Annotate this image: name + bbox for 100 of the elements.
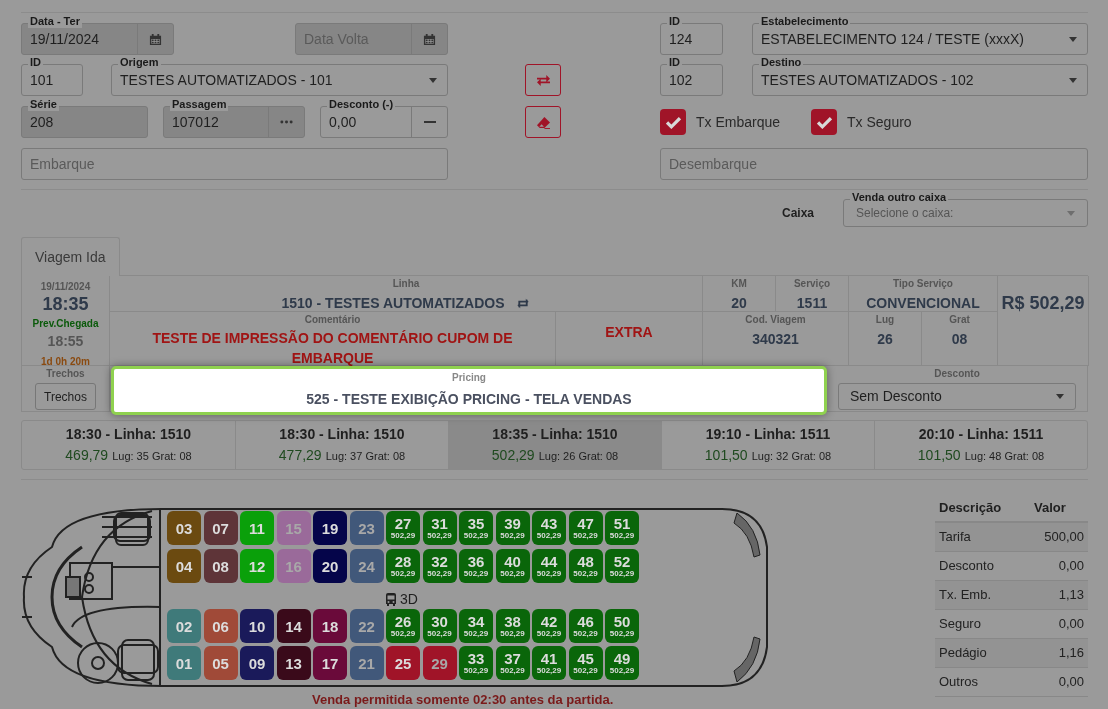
trip-details: Lug: 37 Grat: 08 [325, 449, 406, 464]
seat-number: 02 [175, 618, 193, 634]
table-cell-text: 0,00 [1058, 557, 1084, 576]
seat[interactable]: 06 [203, 609, 238, 643]
seat-number: 05 [212, 655, 229, 671]
seat[interactable]: 51 502,29 [605, 511, 639, 545]
column-header: Descrição [939, 498, 1003, 517]
caret-icon [1056, 394, 1064, 399]
trip-details: Lug: 35 Grat: 08 [112, 449, 192, 464]
field-label: Venda outro caixa [850, 191, 949, 204]
checkbox-label[interactable]: Tx Seguro [847, 111, 912, 133]
seat[interactable]: 05 [203, 646, 238, 680]
pricing-name: 525 - TESTE EXIBIÇÃO PRICING - TELA VENDAS [306, 390, 632, 409]
swap-button[interactable] [525, 64, 561, 96]
seat[interactable]: 40 502,29 [495, 549, 530, 583]
trip-option[interactable]: 18:30 - Linha: 1510 469,79 Lug: 35 Grat: 08 [22, 421, 235, 469]
seat[interactable]: 41 502,29 [532, 646, 566, 680]
seat[interactable]: 32 502,29 [422, 549, 457, 583]
seat[interactable]: 01 [167, 646, 201, 680]
trip-option[interactable]: 19:10 - Linha: 1511 101,50 Lug: 32 Grat: 08 [661, 421, 874, 469]
seat[interactable]: 24 [349, 549, 384, 583]
segments-button[interactable]: Trechos [35, 383, 96, 410]
seat[interactable]: 47 502,29 [568, 511, 603, 545]
seat[interactable]: 20 [313, 549, 347, 583]
seat[interactable]: 48 502,29 [568, 549, 603, 583]
seat-number: 35 [467, 516, 485, 531]
seat-number: 01 [175, 655, 193, 671]
discount-select[interactable]: Sem Desconto [838, 383, 1076, 410]
seat-number: 27 [394, 516, 412, 531]
seat[interactable]: 33 502,29 [459, 646, 493, 680]
seat[interactable]: 21 [349, 646, 384, 680]
seat[interactable]: 14 [276, 609, 311, 643]
seat[interactable]: 19 [313, 511, 347, 545]
column-label: Pricing [452, 371, 486, 385]
seat[interactable]: 52 502,29 [605, 549, 639, 583]
tab[interactable]: Viagem Ida [21, 237, 120, 276]
seat[interactable]: 09 [240, 646, 274, 680]
seat[interactable]: 28 502,29 [386, 549, 420, 583]
seat[interactable]: 02 [167, 609, 201, 643]
seat-number: 08 [212, 558, 229, 574]
arrival-time: 18:55 [47, 332, 84, 351]
seat-price: 502,29 [463, 532, 489, 540]
checkbox[interactable] [660, 109, 686, 135]
trip-option[interactable]: 20:10 - Linha: 1511 101,50 Lug: 48 Grat: 08 [874, 421, 1087, 469]
seat[interactable]: 08 [203, 549, 238, 583]
seat[interactable]: 43 502,29 [532, 511, 566, 545]
field-label: ID [667, 56, 682, 69]
field-value: 0,00 [329, 112, 357, 132]
trip-title: 18:30 - Linha: 1510 [279, 425, 405, 444]
seat-price: 502,29 [609, 630, 635, 638]
seat[interactable]: 26 502,29 [386, 609, 420, 643]
seat[interactable]: 29 [422, 646, 457, 680]
trip-option[interactable]: 18:35 - Linha: 1510 502,29 Lug: 26 Grat: 08 [448, 421, 661, 469]
seat[interactable]: 46 502,29 [568, 609, 603, 643]
caret-icon [429, 77, 437, 83]
seat[interactable]: 37 502,29 [495, 646, 530, 680]
seat[interactable]: 03 [167, 511, 201, 545]
seat[interactable]: 36 502,29 [459, 549, 493, 583]
seat[interactable]: 17 [313, 646, 347, 680]
calendar-icon [423, 32, 436, 46]
seat[interactable]: 04 [167, 549, 201, 583]
seat-number: 25 [394, 655, 412, 671]
seat-number: 33 [467, 651, 485, 666]
seat[interactable]: 30 502,29 [422, 609, 457, 643]
seat[interactable]: 10 [240, 609, 274, 643]
seat[interactable]: 50 502,29 [605, 609, 639, 643]
seat[interactable]: 18 [313, 609, 347, 643]
seat[interactable]: 13 [276, 646, 311, 680]
checkbox-label[interactable]: Tx Embarque [696, 111, 781, 133]
seat[interactable]: 27 502,29 [386, 511, 420, 545]
seat[interactable]: 44 502,29 [532, 549, 566, 583]
seat[interactable]: 23 [349, 511, 384, 545]
seat[interactable]: 25 [386, 646, 420, 680]
trip-price: 477,29 [278, 446, 322, 465]
bus-icon [385, 592, 397, 607]
eraser-button[interactable] [525, 106, 561, 138]
seat[interactable]: 45 502,29 [568, 646, 603, 680]
seat[interactable]: 35 502,29 [459, 511, 493, 545]
table-cell-text: Desconto [939, 557, 995, 576]
seat[interactable]: 38 502,29 [495, 609, 530, 643]
placeholder-text: Embarque [30, 154, 95, 174]
seat-number: 45 [577, 651, 594, 666]
seat[interactable]: 39 502,29 [495, 511, 530, 545]
seat-number: 11 [249, 520, 265, 536]
seat-number: 31 [431, 516, 448, 531]
seat[interactable]: 31 502,29 [422, 511, 457, 545]
seat[interactable]: 07 [203, 511, 238, 545]
seat[interactable]: 42 502,29 [532, 609, 566, 643]
seat-price: 502,29 [390, 630, 416, 638]
floor-label: 3D [400, 590, 418, 609]
checkbox[interactable] [811, 109, 838, 135]
service-type: CONVENCIONAL [866, 294, 980, 313]
seat[interactable]: 34 502,29 [459, 609, 493, 643]
seat-number: 32 [431, 554, 448, 569]
seat[interactable]: 22 [349, 609, 384, 643]
seat[interactable]: 49 502,29 [605, 646, 639, 680]
placeholder-text: Desembarque [669, 154, 757, 174]
eraser-icon [535, 115, 551, 129]
seat-number: 07 [212, 520, 229, 536]
seat-price: 502,29 [536, 630, 562, 638]
